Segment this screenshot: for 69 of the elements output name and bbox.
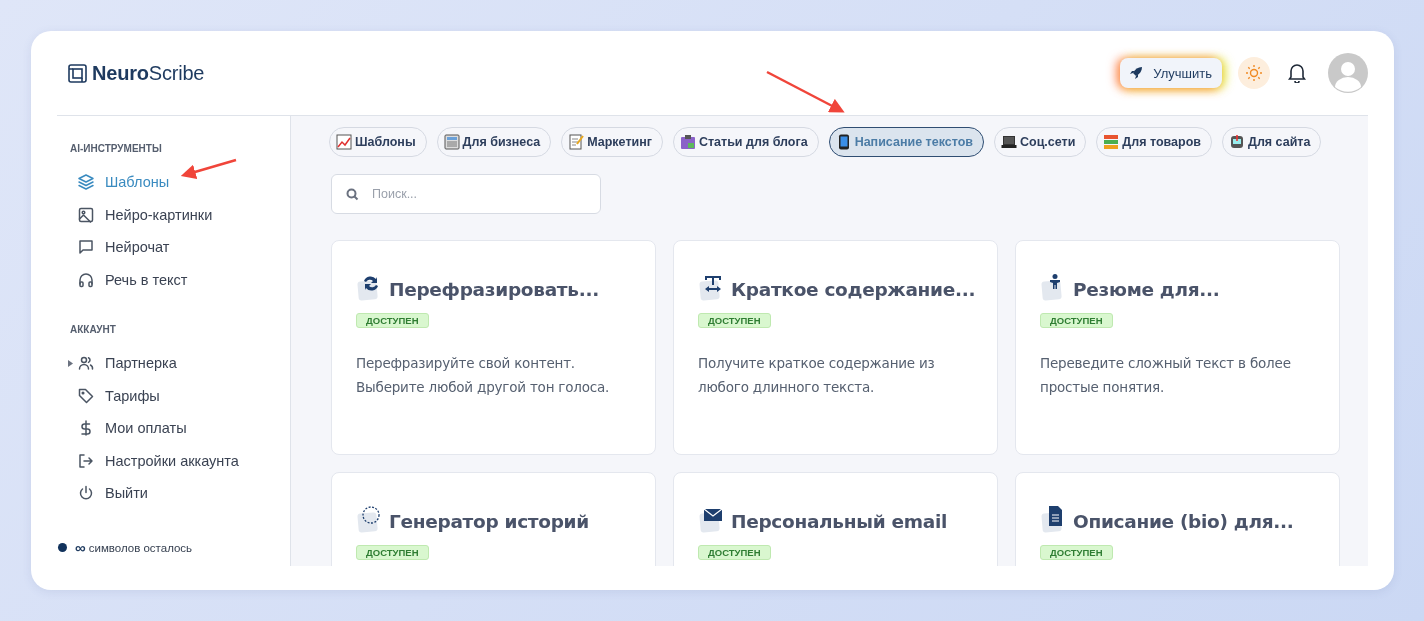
logout-icon [78, 452, 94, 469]
sun-icon [1245, 64, 1263, 82]
card-title: Персональный email [731, 510, 947, 534]
category-tab[interactable]: Соц.сети [993, 127, 1087, 157]
card-title: Резюме для... [1073, 278, 1220, 302]
card-description: Получите краткое содержание из любого длинного текста. [698, 354, 936, 397]
annotation-arrow [180, 158, 237, 180]
sidebar-item[interactable]: Шаблоны [57, 166, 290, 199]
sidebar-item[interactable]: Партнерка [57, 347, 290, 380]
card-description: Переведите сложный текст в более простые понятия. [1040, 354, 1292, 397]
rocket-icon [1129, 66, 1144, 80]
search-icon [346, 188, 359, 201]
books-icon [1103, 134, 1120, 150]
sidebar-item[interactable]: Речь в текст [57, 263, 290, 296]
memo-icon [568, 134, 585, 150]
status-dot [58, 543, 67, 552]
sidebar-item[interactable]: Мои оплаты [57, 412, 290, 445]
status-badge: ДОСТУПЕН [356, 545, 429, 560]
sidebar-item[interactable]: Нейро-картинки [57, 198, 290, 231]
caret-icon[interactable] [68, 360, 73, 367]
tag-icon [78, 387, 94, 404]
search-field[interactable]: Поиск... [331, 174, 601, 214]
headphones-icon [78, 271, 94, 288]
dollar-icon [78, 420, 94, 437]
category-tab[interactable]: Для бизнеса [436, 127, 552, 157]
status-badge: ДОСТУПЕН [698, 313, 771, 328]
logo-icon [68, 63, 87, 83]
sidebar-item[interactable]: Настройки аккаунта [57, 444, 290, 477]
sidebar-item[interactable]: Нейрочат [57, 231, 290, 264]
power-icon [78, 485, 94, 502]
category-tab[interactable]: Маркетинг [561, 127, 663, 157]
chat-bubble-icon [78, 239, 94, 256]
infinity-symbol: ∞ [75, 539, 86, 556]
status-badge: ДОСТУПЕН [1040, 545, 1113, 560]
newspaper-icon [443, 134, 460, 150]
template-card[interactable]: Перефразировать... ДОСТУПЕН Перефразируйте свой контент. Выберите любой другой тон голоса. [331, 240, 656, 455]
sidebar-item[interactable]: Тарифы [57, 379, 290, 412]
status-badge: ДОСТУПЕН [356, 313, 429, 328]
sidebar-item[interactable]: Выйти [57, 477, 290, 510]
template-card[interactable]: Резюме для... ДОСТУПЕН Переведите сложный текст в более простые понятия. [1015, 240, 1340, 455]
card-title: Описание (bio) для... [1073, 510, 1294, 534]
card-title: Генератор историй [389, 510, 589, 534]
template-card[interactable]: Краткое содержание... ДОСТУПЕН Получите краткое содержание из любого длинного текста. [673, 240, 998, 455]
category-tab[interactable]: Статьи для блога [672, 127, 819, 157]
section-heading: AI-ИНСТРУМЕНТЫ [70, 143, 163, 154]
card-description: Перефразируйте свой контент. Выберите любой другой тон голоса. [356, 354, 611, 397]
laptop-icon [1000, 134, 1017, 150]
section-heading: АККАУНТ [70, 324, 117, 335]
robot-icon [1229, 134, 1245, 150]
notification-bell-icon[interactable] [1288, 63, 1306, 83]
users-icon [78, 355, 94, 372]
symbols-left-text: символов осталось [88, 541, 193, 554]
upgrade-button[interactable]: Улучшить [1120, 58, 1222, 88]
template-card[interactable]: Генератор историй ДОСТУПЕН [331, 472, 656, 566]
status-badge: ДОСТУПЕН [698, 545, 771, 560]
theme-toggle-button[interactable] [1238, 57, 1270, 89]
category-tab[interactable]: Для товаров [1096, 127, 1212, 157]
category-tab[interactable]: Для сайта [1222, 127, 1322, 157]
status-badge: ДОСТУПЕН [1040, 313, 1113, 328]
clipboard-icon [679, 134, 696, 150]
template-card[interactable]: Описание (bio) для... ДОСТУПЕН [1015, 472, 1340, 566]
card-title: Краткое содержание... [731, 278, 976, 302]
card-title: Перефразировать... [389, 278, 599, 302]
brand-name[interactable]: NeuroScribe [92, 61, 205, 85]
image-icon [78, 206, 94, 223]
chart-icon [336, 134, 352, 150]
category-tab[interactable]: Шаблоны [329, 127, 427, 157]
template-card[interactable]: Персональный email ДОСТУПЕН [673, 472, 998, 566]
layers-icon [78, 174, 94, 191]
